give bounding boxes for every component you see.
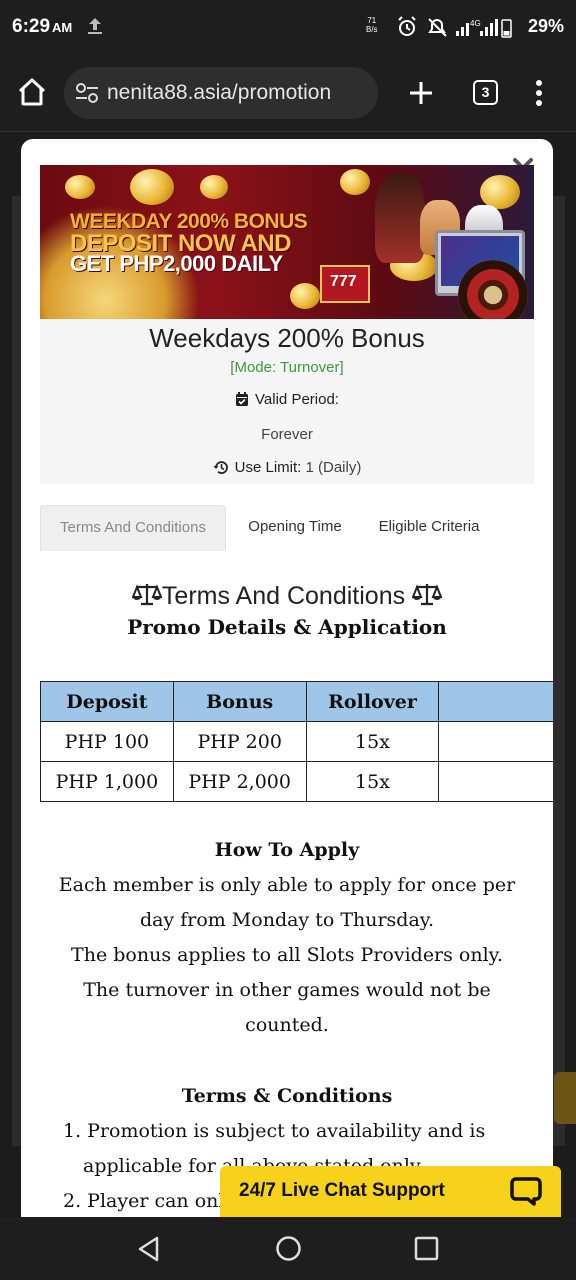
table-cell [438, 761, 553, 802]
mute-icon [428, 18, 447, 37]
use-limit-label: Use Limit: [234, 459, 302, 476]
battery-icon [501, 19, 512, 38]
table-cell: PHP 2,000 [172, 761, 307, 802]
side-widget-tab[interactable] [554, 1072, 576, 1124]
back-icon[interactable] [136, 1235, 162, 1263]
table-cell [438, 721, 553, 762]
table-header-cell: Bonus [172, 681, 307, 722]
tab-switcher-button[interactable]: 3 [473, 80, 498, 105]
how-to-apply-line: day from Monday to Thursday. [139, 909, 435, 931]
calendar-check-icon [236, 392, 249, 406]
terms-heading-text: Terms And Conditions [161, 582, 406, 610]
use-limit-value: 1 (Daily) [305, 459, 362, 476]
how-to-apply-text: Each member is only able to apply for on… [35, 868, 539, 1043]
status-icons: 4G [398, 16, 512, 38]
new-tab-icon[interactable] [406, 78, 436, 108]
terms-conditions-heading: Terms & Conditions [181, 1085, 393, 1107]
table-row: PHP 100 PHP 200 15x [40, 721, 553, 762]
home-circle-icon[interactable] [275, 1235, 302, 1262]
valid-period-value: Forever [261, 426, 313, 443]
valid-period-label: Valid Period: [255, 391, 339, 408]
table-cell: PHP 100 [40, 721, 174, 762]
system-nav-bar [0, 1217, 576, 1280]
terms-line: 1. Promotion is subject to availability … [63, 1120, 486, 1142]
site-settings-icon[interactable] [74, 80, 100, 106]
home-icon[interactable] [16, 76, 48, 108]
promo-details-table: Deposit Bonus Rollover PHP 100 PHP 200 1… [40, 681, 553, 802]
recent-apps-icon[interactable] [414, 1236, 439, 1261]
promo-info-box: Weekdays 200% Bonus [Mode: Turnover] Val… [40, 319, 534, 484]
banner-line-3: GET PHP2,000 DAILY [70, 251, 283, 276]
table-row: PHP 1,000 PHP 2,000 15x [40, 761, 553, 802]
net-speed: 71 B/s [366, 16, 378, 34]
table-header-row: Deposit Bonus Rollover [40, 681, 553, 722]
address-bar[interactable]: nenita88.asia/promotion [64, 67, 378, 119]
live-chat-button[interactable]: 24/7 Live Chat Support [220, 1166, 561, 1217]
how-to-apply-heading: How To Apply [214, 839, 360, 861]
svg-text:4G: 4G [470, 19, 481, 28]
tab-opening-time[interactable]: Opening Time [230, 505, 360, 551]
backdrop-panel-right [551, 196, 565, 1146]
table-cell: 15x [305, 721, 440, 762]
terms-heading: Terms And Conditions [21, 582, 553, 611]
promotion-modal: 777 WEEKDAY 200% BONUS DEPOSIT NOW AND G… [21, 139, 553, 1217]
alarm-icon [398, 16, 416, 36]
promo-banner-image: 777 WEEKDAY 200% BONUS DEPOSIT NOW AND G… [40, 165, 534, 319]
browser-toolbar: nenita88.asia/promotion 3 [0, 54, 576, 132]
table-cell: PHP 1,000 [40, 761, 174, 802]
upload-icon [88, 18, 102, 34]
tab-terms-and-conditions[interactable]: Terms And Conditions [40, 505, 226, 551]
table-header-cell: Deposit [40, 681, 174, 722]
promo-details-heading: Promo Details & Application [127, 615, 447, 639]
how-to-apply-line: The turnover in other games would not be [83, 979, 491, 1001]
scales-icon [411, 584, 443, 606]
live-chat-label: 24/7 Live Chat Support [239, 1180, 445, 1201]
table-cell: 15x [305, 761, 440, 802]
use-limit-row: Use Limit: 1 (Daily) [40, 459, 534, 476]
status-bar: 6:29 AM 71 B/s 4G 29% [0, 0, 576, 54]
battery-percent: 29% [528, 16, 565, 36]
promo-tabs: Terms And Conditions Opening Time Eligib… [40, 505, 534, 551]
how-to-apply-line: counted. [245, 1014, 329, 1036]
promo-title: Weekdays 200% Bonus [149, 323, 425, 353]
tab-eligible-criteria[interactable]: Eligible Criteria [364, 505, 494, 551]
chat-bubble-icon [510, 1177, 542, 1206]
slot-label: 777 [330, 273, 357, 290]
status-time: 6:29 AM [12, 16, 73, 37]
scales-icon [131, 584, 163, 606]
history-icon [213, 461, 228, 474]
how-to-apply-line: Each member is only able to apply for on… [58, 874, 516, 896]
table-cell: PHP 200 [172, 721, 307, 762]
table-header-cell [438, 681, 553, 722]
url-text: nenita88.asia/promotion [107, 81, 332, 104]
table-header-cell: Rollover [305, 681, 440, 722]
promo-mode: [Mode: Turnover] [230, 359, 344, 376]
more-menu-icon[interactable] [530, 78, 548, 108]
how-to-apply-line: The bonus applies to all Slots Providers… [71, 944, 503, 966]
valid-period-row: Valid Period: [40, 391, 534, 408]
